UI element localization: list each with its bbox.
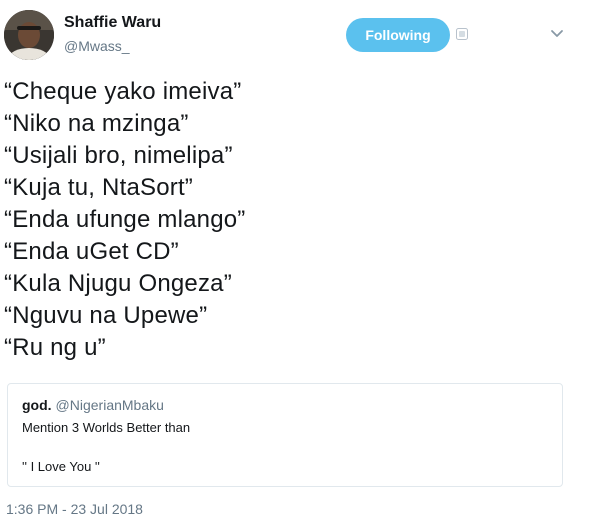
tweet-line: “Usijali bro, nimelipa” <box>4 142 233 169</box>
mute-icon[interactable] <box>456 28 468 40</box>
tweet-timestamp[interactable]: 1:36 PM - 23 Jul 2018 <box>6 501 143 517</box>
tweet-line: “Ru ng u” <box>4 334 106 361</box>
tweet-line: “Niko na mzinga” <box>4 110 189 137</box>
tweet-line: “Enda ufunge mlango” <box>4 206 246 233</box>
tweet-line: “Nguvu na Upewe” <box>4 302 208 329</box>
quoted-tweet-line: Mention 3 Worlds Better than <box>22 420 191 435</box>
following-button[interactable]: Following <box>346 18 450 52</box>
avatar[interactable] <box>4 10 54 60</box>
avatar-photo <box>4 10 54 60</box>
quoted-author-name: god. <box>22 397 52 413</box>
quoted-tweet-line: '' I Love You '' <box>22 459 100 474</box>
author-display-name[interactable]: Shaffie Waru <box>64 14 161 32</box>
tweet-line: “Kuja tu, NtaSort” <box>4 174 194 201</box>
author-handle[interactable]: @Mwass_ <box>64 38 130 54</box>
quoted-tweet-header: god. @NigerianMbaku <box>22 397 164 413</box>
tweet-line: “Enda uGet CD” <box>4 238 179 265</box>
tweet-line: “Kula Njugu Ongeza” <box>4 270 232 297</box>
chevron-down-icon[interactable] <box>550 28 564 40</box>
tweet: Shaffie Waru @Mwass_ Following “Cheque y… <box>0 0 596 527</box>
tweet-text: “Cheque yako imeiva” “Niko na mzinga” “U… <box>4 76 584 364</box>
quoted-author-handle: @NigerianMbaku <box>55 397 164 413</box>
quoted-tweet-card[interactable]: god. @NigerianMbaku Mention 3 Worlds Bett… <box>7 383 563 487</box>
tweet-line: “Cheque yako imeiva” <box>4 78 242 105</box>
